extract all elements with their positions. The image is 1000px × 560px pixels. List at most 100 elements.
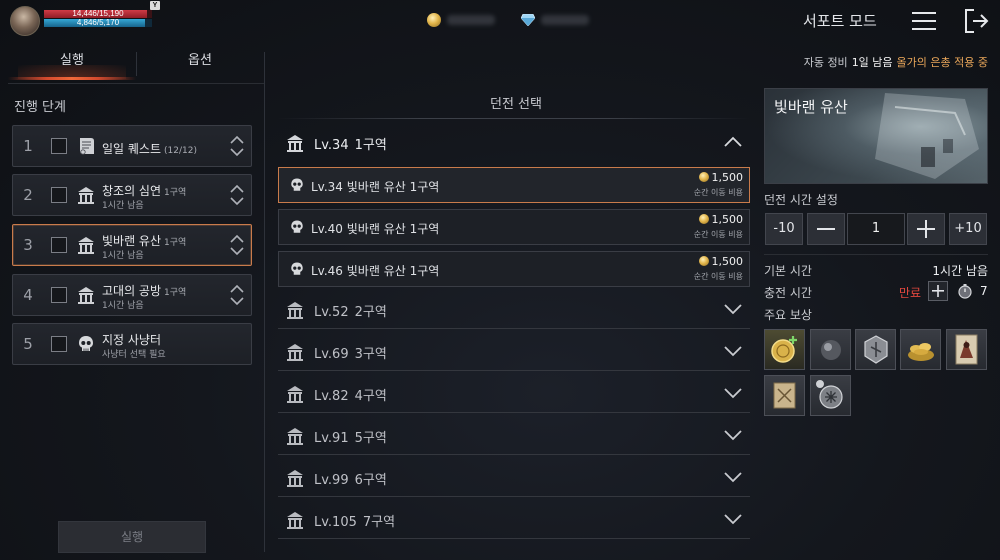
reorder-arrows-icon[interactable] — [229, 233, 245, 257]
tab-run-underline — [8, 77, 136, 80]
stage-number: 2 — [23, 186, 33, 204]
dungeon-row-2[interactable]: Lv.40 빛바랜 유산 1구역 1,500 순간 이동 비용 — [278, 209, 750, 245]
charge-add-button[interactable] — [928, 281, 948, 301]
key-hint-badge: Y — [150, 1, 160, 10]
teleport-cost: 1,500 — [698, 213, 743, 226]
stage-row-4[interactable]: 4 고대의 공방 1구역 1시간 남음 — [12, 274, 252, 316]
teleport-cost-label: 순간 이동 비용 — [693, 188, 743, 197]
stage-row-3[interactable]: 3 빛바랜 유산 1구역 1시간 남음 — [12, 224, 252, 266]
parchment-scroll-reward-icon[interactable] — [764, 375, 805, 416]
teleport-cost-value: 1,500 — [711, 255, 744, 268]
zone-name: Lv.105 7구역 — [314, 511, 401, 530]
temple-icon — [287, 302, 303, 319]
dungeon-name: Lv.34 빛바랜 유산 1구역 — [311, 180, 440, 194]
run-button[interactable]: 실행 — [58, 521, 206, 553]
menu-icon[interactable] — [910, 7, 938, 35]
exit-icon[interactable] — [962, 7, 990, 35]
zone-header-2[interactable]: Lv.52 2구역 — [278, 291, 750, 329]
player-avatar[interactable] — [10, 6, 40, 36]
chevron-down-icon[interactable] — [724, 303, 742, 315]
stage-row-5[interactable]: 5 지정 사냥터 사냥터 선택 필요 — [12, 323, 252, 365]
chevron-down-icon[interactable] — [724, 387, 742, 399]
dungeon-hours-field[interactable]: 1 — [847, 213, 905, 245]
zone-name: Lv.91 5구역 — [314, 427, 393, 446]
zone-level: Lv.34 — [314, 138, 349, 153]
chevron-up-icon[interactable] — [724, 136, 742, 148]
plus-button[interactable] — [907, 213, 945, 245]
temple-icon — [287, 344, 303, 361]
stage-checkbox[interactable] — [51, 287, 67, 303]
gold-amount-hidden — [447, 15, 495, 25]
monster-card-reward-icon[interactable] — [946, 329, 987, 370]
stage-number: 4 — [23, 286, 33, 304]
gold-coin-icon — [698, 172, 709, 182]
stage-level-text: 1구역 — [164, 288, 187, 298]
buff-status-text: 올가의 은총 적용 중 — [896, 56, 988, 69]
silver-rune-reward-icon[interactable] — [855, 329, 896, 370]
dungeon-row-1[interactable]: Lv.34 빛바랜 유산 1구역 1,500 순간 이동 비용 — [278, 167, 750, 203]
zone-label: 6구역 — [354, 473, 387, 488]
teleport-cost-label: 순간 이동 비용 — [693, 272, 743, 281]
gold-coin-reward-icon[interactable] — [764, 329, 805, 370]
zone-header-1[interactable]: Lv.34 1구역 — [278, 124, 750, 162]
stage-row-2[interactable]: 2 창조의 심연 1구역 1시간 남음 — [12, 174, 252, 216]
progress-stage-title: 진행 단계 — [14, 100, 66, 115]
reorder-arrows-icon[interactable] — [229, 283, 245, 307]
temple-icon — [78, 287, 94, 304]
chevron-down-icon[interactable] — [724, 513, 742, 525]
chevron-down-icon[interactable] — [724, 471, 742, 483]
gold-pile-reward-icon[interactable] — [900, 329, 941, 370]
stage-checkbox[interactable] — [51, 237, 67, 253]
minus-button[interactable] — [807, 213, 845, 245]
base-time-label: 기본 시간 — [764, 264, 812, 278]
zone-level: Lv.82 — [314, 389, 349, 404]
column-divider-left — [264, 52, 265, 552]
dungeon-select-title: 던전 선택 — [490, 97, 542, 112]
dungeon-row-3[interactable]: Lv.46 빛바랜 유산 1구역 1,500 순간 이동 비용 — [278, 251, 750, 287]
auto-maintenance-value: 1일 남음 — [851, 56, 893, 69]
silver-rune-art — [864, 335, 888, 364]
stage-row-1[interactable]: 1 일일 퀘스트 (12/12) — [12, 125, 252, 167]
teleport-cost-value: 1,500 — [711, 171, 744, 184]
stage-hint: 사냥터 선택 필요 — [102, 350, 166, 360]
minus-ten-button[interactable]: -10 — [765, 213, 803, 245]
skull-icon — [291, 178, 303, 191]
temple-icon — [78, 187, 94, 204]
hp-bar: 14,446/15,190 — [44, 9, 152, 18]
dungeon-name: Lv.46 빛바랜 유산 1구역 — [311, 264, 440, 278]
skull-icon — [79, 336, 93, 351]
chevron-down-icon[interactable] — [724, 429, 742, 441]
stage-name-text: 지정 사냥터 — [102, 333, 162, 347]
stage-checkbox[interactable] — [51, 187, 67, 203]
chevron-down-icon[interactable] — [724, 345, 742, 357]
stage-checkbox[interactable] — [51, 138, 67, 154]
plus-ten-button[interactable]: +10 — [949, 213, 987, 245]
reorder-arrows-icon[interactable] — [229, 183, 245, 207]
zone-header-5[interactable]: Lv.91 5구역 — [278, 417, 750, 455]
stage-level-text: 1구역 — [164, 188, 187, 198]
monster-card-art — [955, 334, 978, 365]
stage-number: 3 — [23, 236, 33, 254]
zone-level: Lv.52 — [314, 305, 349, 320]
stage-name-text: 일일 퀘스트 — [102, 142, 162, 156]
zone-header-4[interactable]: Lv.82 4구역 — [278, 375, 750, 413]
scroll-icon — [80, 138, 94, 155]
tab-options[interactable]: 옵션 — [136, 46, 264, 82]
charge-expired-status: 만료 — [899, 286, 922, 300]
base-time-value: 1시간 남음 — [932, 264, 988, 278]
silver-emblem-reward-icon[interactable] — [810, 375, 851, 416]
plus-icon — [932, 285, 944, 297]
zone-header-6[interactable]: Lv.99 6구역 — [278, 459, 750, 497]
dark-orb-reward-icon[interactable] — [810, 329, 851, 370]
gold-pile-art — [908, 343, 934, 361]
zone-header-7[interactable]: Lv.105 7구역 — [278, 501, 750, 539]
plus-icon — [917, 220, 935, 238]
zone-header-3[interactable]: Lv.69 3구역 — [278, 333, 750, 371]
zone-label: 5구역 — [354, 431, 387, 446]
tab-run[interactable]: 실행 — [8, 46, 136, 82]
stage-checkbox[interactable] — [51, 336, 67, 352]
reorder-arrows-icon[interactable] — [229, 134, 245, 158]
temple-icon — [287, 386, 303, 403]
right-divider — [764, 254, 988, 255]
zone-level: Lv.69 — [314, 347, 349, 362]
